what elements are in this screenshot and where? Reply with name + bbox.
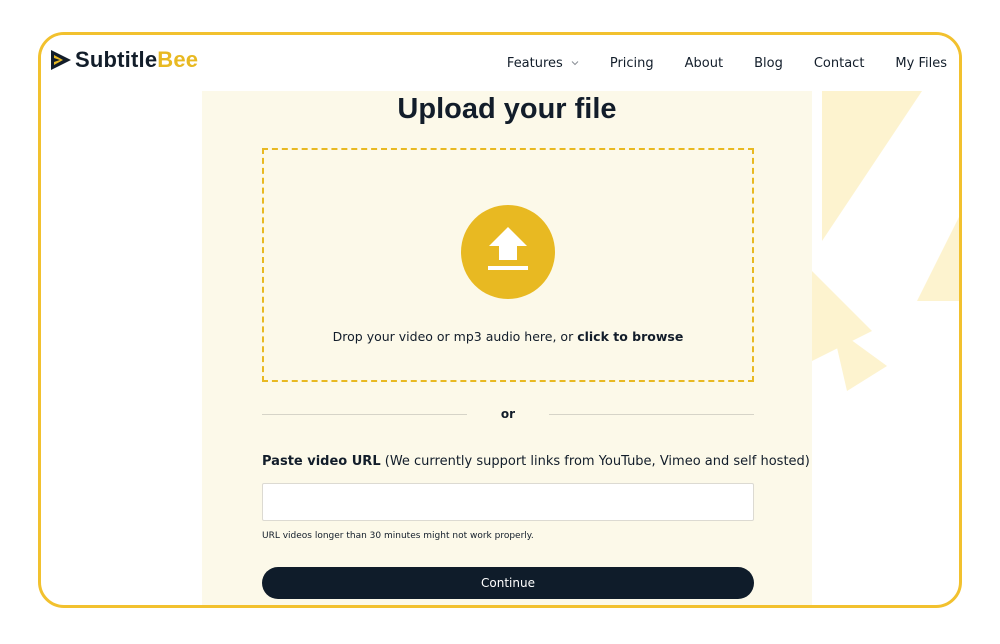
decorative-shape: [812, 91, 959, 391]
site-header: Subtitle Bee Features Pricing About Blog …: [41, 35, 959, 91]
nav-contact[interactable]: Contact: [814, 56, 865, 71]
drop-text: Drop your video or mp3 audio here, or: [332, 329, 578, 344]
chevron-down-icon: [571, 61, 579, 66]
upload-panel: Upload your file Drop your video or mp3 …: [202, 91, 812, 605]
url-hint: URL videos longer than 30 minutes might …: [262, 531, 534, 541]
upload-button-circle[interactable]: [461, 205, 555, 299]
page-title: Upload your file: [397, 93, 617, 125]
drop-instructions: Drop your video or mp3 audio here, or cl…: [264, 329, 752, 344]
divider-left: [262, 414, 467, 415]
nav-about[interactable]: About: [685, 56, 723, 71]
url-label-bold: Paste video URL: [262, 454, 381, 469]
logo-text-bee: Bee: [157, 47, 199, 72]
main-nav: Features Pricing About Blog Contact My F…: [476, 35, 947, 91]
bee-play-logo-icon: [51, 50, 71, 70]
url-label: Paste video URL (We currently support li…: [262, 454, 810, 469]
nav-my-files[interactable]: My Files: [895, 56, 947, 71]
continue-button[interactable]: Continue: [262, 567, 754, 599]
video-url-input[interactable]: [262, 483, 754, 521]
or-separator: or: [500, 407, 516, 421]
file-dropzone[interactable]: Drop your video or mp3 audio here, or cl…: [262, 148, 754, 382]
nav-features-label: Features: [506, 55, 563, 71]
logo-text-subtitle: Subtitle: [75, 47, 158, 72]
browse-link[interactable]: click to browse: [577, 329, 683, 344]
nav-blog[interactable]: Blog: [754, 56, 783, 71]
nav-pricing[interactable]: Pricing: [610, 56, 654, 71]
browser-frame: Subtitle Bee Features Pricing About Blog …: [38, 32, 962, 608]
nav-features[interactable]: Features: [507, 56, 579, 71]
upload-arrow-icon: [488, 227, 528, 270]
url-label-note: (We currently support links from YouTube…: [380, 454, 810, 469]
divider-right: [549, 414, 754, 415]
site-logo[interactable]: Subtitle Bee: [49, 47, 198, 73]
